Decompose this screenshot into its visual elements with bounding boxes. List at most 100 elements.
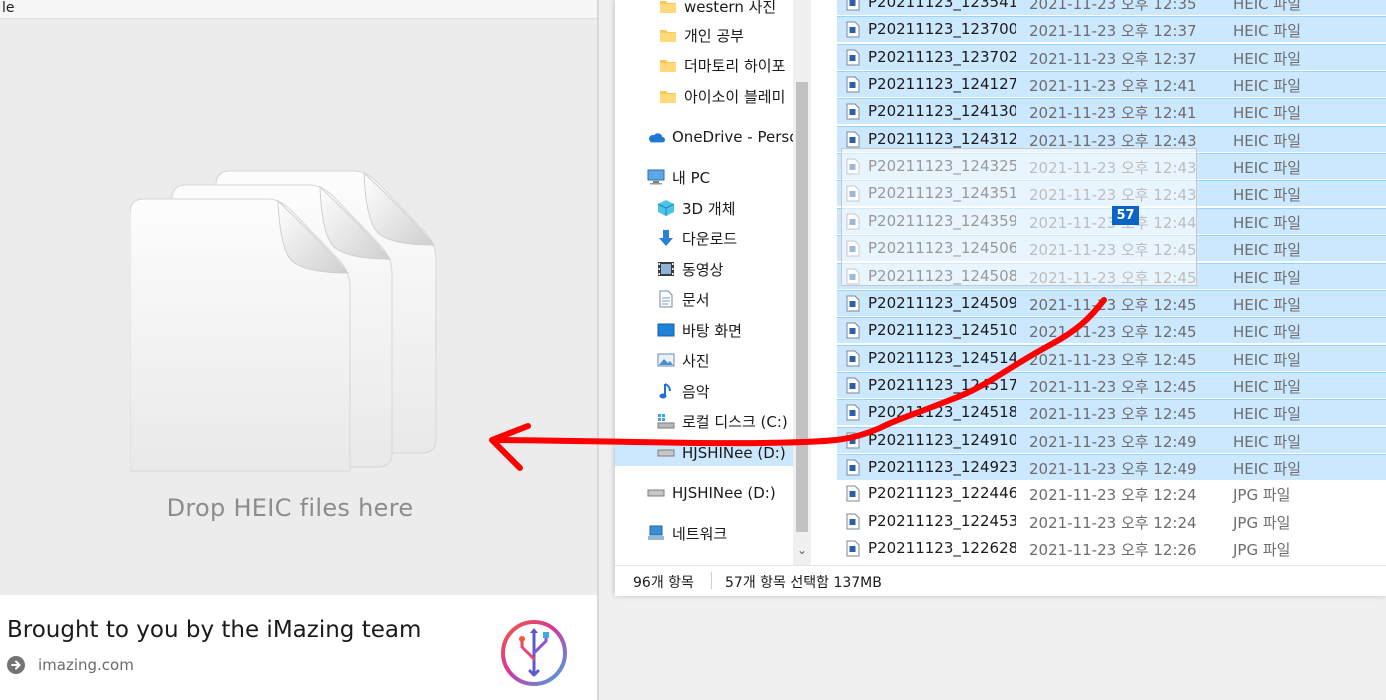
nav-item-label: 음악	[682, 382, 710, 401]
file-name: P20211123_124514...	[868, 348, 1016, 367]
file-type: HEIC 파일	[1233, 241, 1302, 260]
file-type: JPG 파일	[1233, 541, 1291, 559]
music-icon	[657, 382, 675, 400]
file-name: P20211123_124312...	[868, 129, 1016, 148]
navigation-scrollbar[interactable]: ⌄	[793, 0, 811, 565]
window-border	[597, 0, 599, 700]
scrollbar-thumb[interactable]	[796, 82, 808, 532]
nav-item-local-disk-c[interactable]: 로컬 디스크 (C:)	[657, 408, 788, 434]
file-date: 2021-11-23 오후 12:41	[1029, 77, 1197, 96]
file-date: 2021-11-23 오후 12:37	[1029, 49, 1197, 68]
image-file-icon	[846, 540, 860, 557]
folder-icon	[659, 0, 677, 15]
nav-item-isoi[interactable]: 아이소이 블레미	[659, 83, 785, 109]
image-file-icon	[846, 21, 860, 38]
heic-drop-zone[interactable]: Drop HEIC files here	[0, 19, 597, 595]
file-row[interactable]: P20211123_124514... 2021-11-23 오후 12:45 HE…	[837, 344, 1386, 371]
nav-item-onedrive[interactable]: OneDrive - Persor	[647, 124, 793, 150]
image-file-icon	[846, 459, 860, 476]
file-name: P20211123_124910...	[868, 430, 1016, 449]
drag-preview	[841, 148, 1197, 286]
file-type: HEIC 파일	[1233, 295, 1302, 314]
nav-item-label: 로컬 디스크 (C:)	[682, 412, 788, 431]
file-type: HEIC 파일	[1233, 0, 1302, 13]
file-row[interactable]: P20211123_123541... 2021-11-23 오후 12:35 HE…	[837, 0, 1386, 15]
nav-item-label: 개인 공부	[684, 26, 744, 45]
imazing-heic-converter-window: le Drop HEIC files here Brought to you b…	[0, 0, 599, 700]
file-row[interactable]: P20211123_122628... 2021-11-23 오후 12:26 JP…	[837, 536, 1386, 562]
imazing-link[interactable]: imazing.com	[7, 654, 134, 676]
nav-item-3d-objects[interactable]: 3D 개체	[657, 195, 735, 221]
file-name: P20211123_124923...	[868, 457, 1016, 476]
nav-item-network[interactable]: 네트워크	[647, 520, 727, 546]
download-icon	[657, 229, 675, 247]
nav-item-label: OneDrive - Persor	[672, 128, 793, 146]
chevron-down-icon[interactable]: ⌄	[795, 543, 809, 559]
onedrive-cloud-icon	[647, 128, 665, 146]
file-date: 2021-11-23 오후 12:45	[1029, 323, 1197, 342]
nav-item-this-pc[interactable]: 내 PC	[647, 164, 710, 190]
file-date: 2021-11-23 오후 12:26	[1029, 541, 1197, 559]
nav-item-personal-study[interactable]: 개인 공부	[659, 22, 744, 48]
image-file-icon	[846, 377, 860, 394]
file-date: 2021-11-23 오후 12:37	[1029, 22, 1197, 41]
file-date: 2021-11-23 오후 12:35	[1029, 0, 1197, 13]
status-divider	[711, 572, 712, 589]
image-file-icon	[846, 350, 860, 367]
status-bar: 96개 항목 57개 항목 선택함 137MB	[615, 565, 1386, 596]
image-file-icon	[846, 485, 860, 502]
file-row[interactable]: P20211123_124518... 2021-11-23 오후 12:45 HE…	[837, 399, 1386, 426]
image-file-icon	[846, 322, 860, 339]
file-row[interactable]: P20211123_123700... 2021-11-23 오후 12:37 HE…	[837, 16, 1386, 43]
file-row[interactable]: P20211123_122453... 2021-11-23 오후 12:24 JP…	[837, 509, 1386, 535]
file-row[interactable]: P20211123_124509... 2021-11-23 오후 12:45 HE…	[837, 289, 1386, 316]
file-type: HEIC 파일	[1233, 405, 1302, 424]
image-file-icon	[846, 103, 860, 120]
nav-item-label: 네트워크	[672, 524, 728, 543]
nav-item-music[interactable]: 음악	[657, 378, 710, 404]
file-name: P20211123_123541...	[868, 0, 1016, 11]
file-explorer-window: western 사진 개인 공부 더마토리 하이포 아이소이 블레미 OneDr…	[615, 0, 1386, 596]
file-row[interactable]: P20211123_123702... 2021-11-23 오후 12:37 HE…	[837, 43, 1386, 70]
nav-item-label: 다운로드	[682, 229, 738, 248]
file-date: 2021-11-23 오후 12:49	[1029, 459, 1197, 478]
file-row[interactable]: P20211123_124517... 2021-11-23 오후 12:45 HE…	[837, 371, 1386, 398]
folder-icon	[659, 26, 677, 44]
nav-item-label: 동영상	[682, 260, 724, 279]
image-file-icon	[846, 404, 860, 421]
image-file-icon	[846, 295, 860, 312]
file-row[interactable]: P20211123_124923... 2021-11-23 오후 12:49 HE…	[837, 453, 1386, 480]
nav-item-label: 문서	[682, 290, 710, 309]
file-name: P20211123_124517...	[868, 375, 1016, 394]
file-type: HEIC 파일	[1233, 213, 1302, 232]
file-row[interactable]: P20211123_124910... 2021-11-23 오후 12:49 HE…	[837, 426, 1386, 453]
file-type: HEIC 파일	[1233, 268, 1302, 287]
nav-item-desktop[interactable]: 바탕 화면	[657, 317, 742, 343]
file-type: HEIC 파일	[1233, 186, 1302, 205]
nav-item-documents[interactable]: 문서	[657, 286, 710, 312]
item-count: 96개 항목	[633, 575, 694, 591]
image-file-icon	[846, 49, 860, 66]
nav-item-dermatory[interactable]: 더마토리 하이포	[659, 52, 785, 78]
nav-item-downloads[interactable]: 다운로드	[657, 225, 737, 251]
file-type: HEIC 파일	[1233, 77, 1302, 96]
imazing-usb-logo-icon[interactable]	[500, 619, 568, 687]
selection-summary: 57개 항목 선택함 137MB	[725, 575, 882, 591]
nav-item-videos[interactable]: 동영상	[657, 256, 723, 282]
nav-item-drive-d[interactable]: HJSHINee (D:)	[647, 480, 776, 506]
nav-item-western[interactable]: western 사진	[659, 0, 776, 19]
file-row[interactable]: P20211123_122446... 2021-11-23 오후 12:24 JP…	[837, 481, 1386, 507]
file-type: HEIC 파일	[1233, 49, 1302, 68]
file-row[interactable]: P20211123_124127... 2021-11-23 오후 12:41 HE…	[837, 71, 1386, 98]
file-name: P20211123_122628...	[868, 539, 1016, 557]
file-type: HEIC 파일	[1233, 432, 1302, 451]
image-file-icon	[846, 432, 860, 449]
nav-item-drive-d-highlighted[interactable]: HJSHINee (D:)	[615, 440, 793, 466]
file-date: 2021-11-23 오후 12:45	[1029, 350, 1197, 369]
nav-item-pictures[interactable]: 사진	[657, 347, 710, 373]
image-file-icon	[846, 0, 860, 11]
file-row[interactable]: P20211123_124130... 2021-11-23 오후 12:41 HE…	[837, 98, 1386, 125]
file-row[interactable]: P20211123_124510... 2021-11-23 오후 12:45 HE…	[837, 317, 1386, 344]
navigation-pane: western 사진 개인 공부 더마토리 하이포 아이소이 블레미 OneDr…	[615, 0, 793, 565]
3d-objects-icon	[657, 199, 675, 217]
